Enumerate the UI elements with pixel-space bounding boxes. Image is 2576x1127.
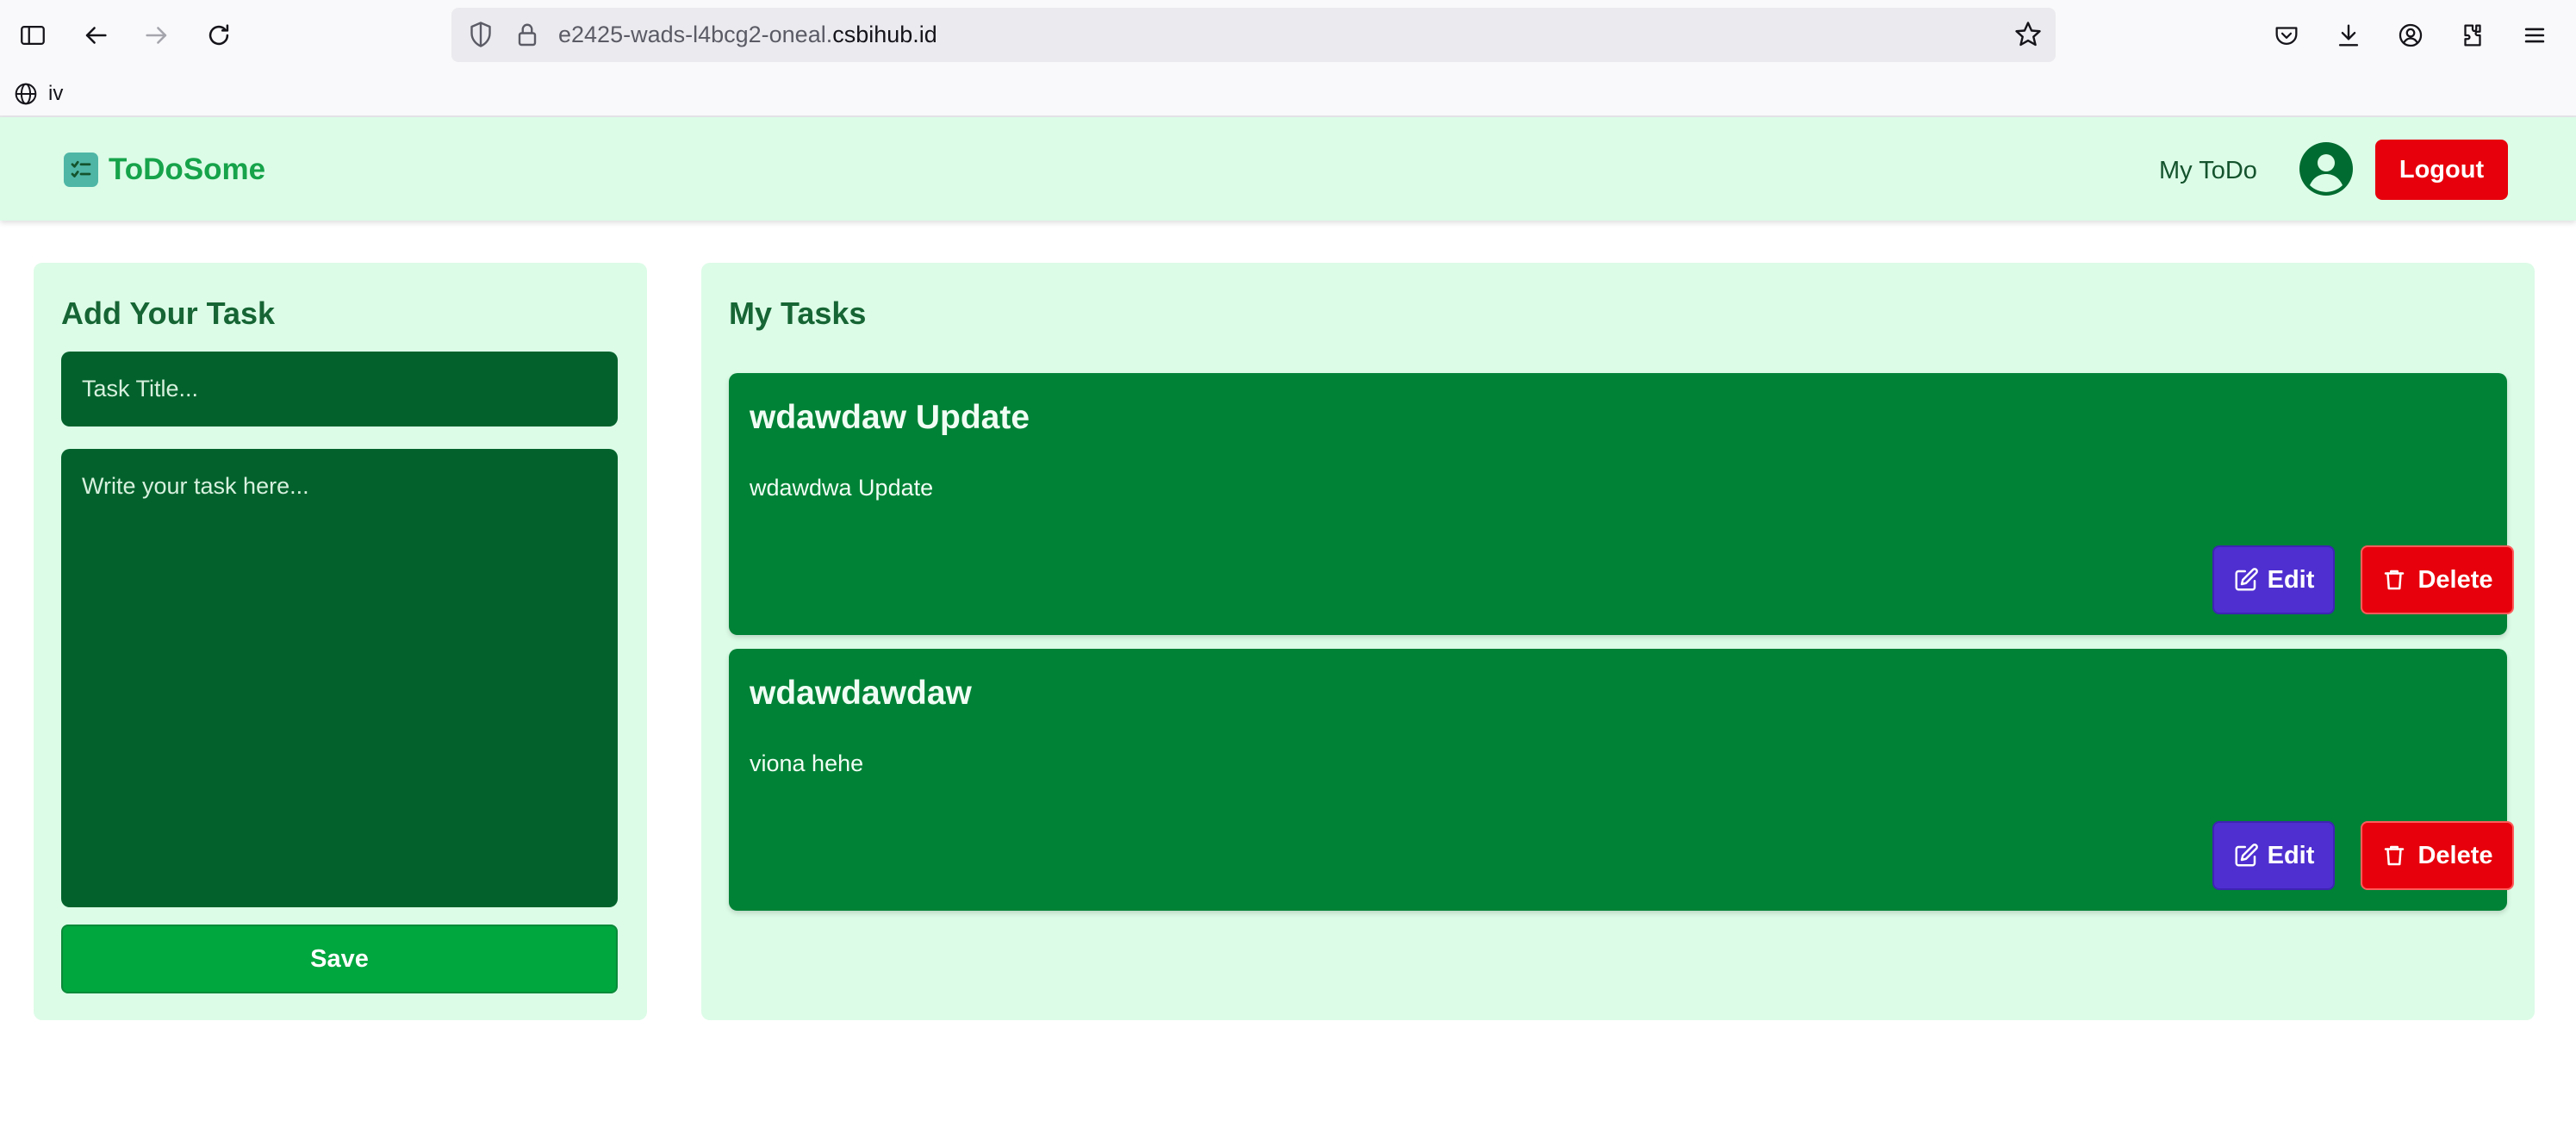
nav-link-my-todo[interactable]: My ToDo bbox=[2159, 152, 2257, 190]
delete-label: Delete bbox=[2417, 841, 2493, 869]
app-header: ToDoSome My ToDo Logout bbox=[0, 117, 2576, 221]
brand-name: ToDoSome bbox=[109, 153, 266, 186]
brand-logo[interactable]: ToDoSome bbox=[64, 152, 265, 188]
edit-icon bbox=[2235, 844, 2258, 867]
user-avatar-icon[interactable] bbox=[2299, 141, 2354, 196]
task-card: wdawdaw Update wdawdwa Update Edit Delet… bbox=[729, 373, 2514, 635]
task-title: wdawdaw Update bbox=[750, 399, 1030, 436]
sidebar-icon[interactable] bbox=[14, 16, 52, 54]
lock-icon[interactable] bbox=[512, 19, 543, 50]
delete-label: Delete bbox=[2417, 565, 2493, 594]
trash-icon bbox=[2385, 570, 2405, 590]
task-card: wdawdawdaw viona hehe Edit Delete bbox=[729, 649, 2514, 911]
forward-icon[interactable] bbox=[138, 16, 176, 54]
trash-icon bbox=[2385, 845, 2405, 866]
menu-icon[interactable] bbox=[2516, 16, 2554, 54]
back-icon[interactable] bbox=[77, 16, 115, 54]
globe-icon bbox=[15, 83, 37, 105]
pocket-icon[interactable] bbox=[2268, 16, 2305, 54]
my-tasks-panel: My Tasks wdawdaw Update wdawdwa Update E… bbox=[701, 263, 2535, 1020]
edit-button[interactable]: Edit bbox=[2212, 545, 2335, 614]
edit-label: Edit bbox=[2267, 841, 2315, 869]
task-body-textarea[interactable]: Write your task here... bbox=[61, 449, 618, 907]
logout-button[interactable]: Logout bbox=[2375, 140, 2508, 200]
address-bar[interactable]: e2425-wads-l4bcg2-oneal.csbihub.id bbox=[451, 8, 2056, 62]
shield-icon[interactable] bbox=[465, 19, 496, 50]
add-task-panel: Add Your Task Task Title... Write your t… bbox=[34, 263, 647, 1020]
account-icon[interactable] bbox=[2392, 16, 2430, 54]
task-title-input[interactable]: Task Title... bbox=[61, 352, 618, 427]
download-icon[interactable] bbox=[2330, 16, 2368, 54]
browser-toolbar: e2425-wads-l4bcg2-oneal.csbihub.id bbox=[0, 0, 2576, 71]
add-task-heading: Add Your Task bbox=[61, 296, 276, 331]
delete-button[interactable]: Delete bbox=[2361, 821, 2514, 890]
task-title: wdawdawdaw bbox=[750, 675, 972, 712]
checklist-icon bbox=[64, 153, 98, 187]
bookmark-label: iv bbox=[48, 82, 64, 105]
my-tasks-heading: My Tasks bbox=[729, 296, 867, 331]
edit-icon bbox=[2235, 568, 2258, 591]
save-button[interactable]: Save bbox=[61, 925, 618, 993]
edit-button[interactable]: Edit bbox=[2212, 821, 2335, 890]
edit-label: Edit bbox=[2267, 565, 2315, 594]
reload-icon[interactable] bbox=[200, 16, 238, 54]
task-description: viona hehe bbox=[750, 750, 864, 776]
bookmarks-bar: iv bbox=[0, 71, 2576, 117]
url-prefix: e2425-wads-l4bcg2-oneal. bbox=[558, 22, 833, 47]
bookmark-item[interactable]: iv bbox=[12, 79, 63, 109]
extensions-icon[interactable] bbox=[2454, 16, 2492, 54]
task-description: wdawdwa Update bbox=[750, 475, 934, 501]
delete-button[interactable]: Delete bbox=[2361, 545, 2514, 614]
star-icon[interactable] bbox=[2013, 19, 2044, 50]
url-host: csbihub.id bbox=[832, 22, 937, 47]
url-text: e2425-wads-l4bcg2-oneal.csbihub.id bbox=[558, 8, 937, 62]
